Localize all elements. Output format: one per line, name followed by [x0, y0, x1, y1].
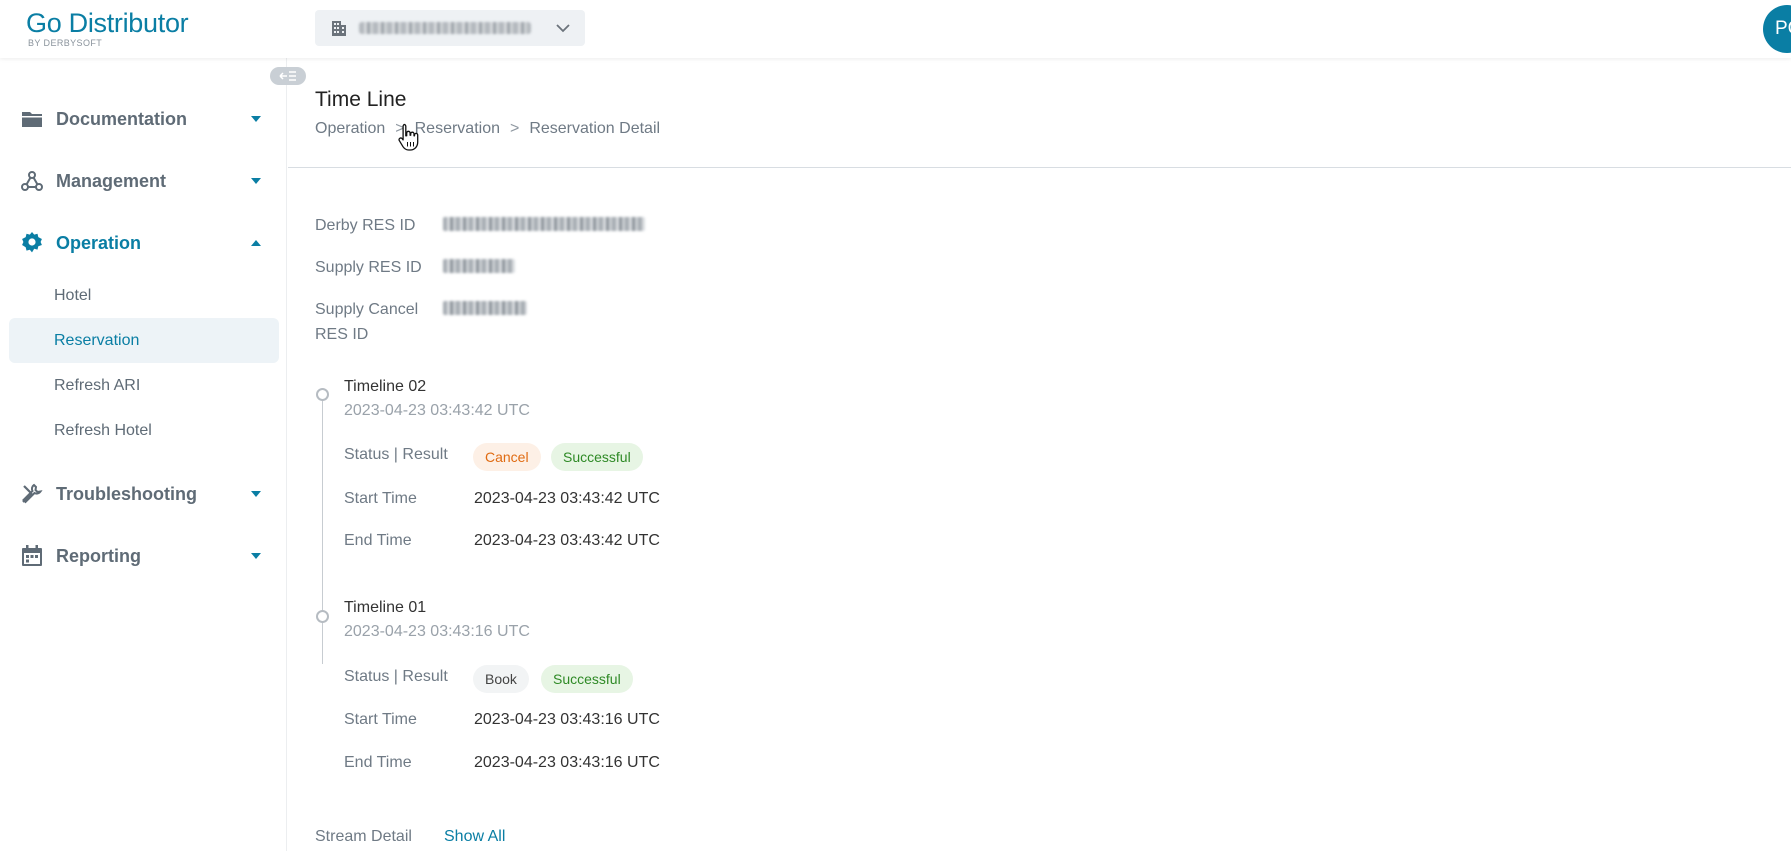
timeline-dot — [316, 388, 329, 401]
result-badge: Successful — [541, 665, 633, 693]
end-time-value: 2023-04-23 03:43:42 UTC — [474, 532, 660, 549]
sidebar-item-label: Operation — [56, 232, 142, 253]
supply-cancel-res-id-label: Supply Cancel RES ID — [315, 297, 435, 347]
caret-down-icon — [251, 178, 261, 184]
timeline-item: Timeline 01 2023-04-23 03:43:16 UTC Stat… — [344, 599, 944, 799]
caret-down-icon — [251, 491, 261, 497]
end-time-label: End Time — [344, 754, 412, 771]
wrench-icon — [22, 483, 43, 504]
timeline-title: Timeline 02 — [344, 378, 427, 395]
supply-res-id-value — [443, 259, 515, 273]
folder-icon — [22, 112, 42, 127]
page-header: Time Line Operation > Reservation > Rese… — [288, 58, 1791, 168]
sidebar-item-label: Documentation — [56, 108, 188, 129]
collapse-icon — [279, 71, 296, 81]
breadcrumb-reservation[interactable]: Reservation — [415, 120, 500, 138]
supply-cancel-res-id-value — [443, 301, 527, 315]
breadcrumb-reservation-detail: Reservation Detail — [529, 120, 661, 137]
sidebar-item-label: Reporting — [56, 545, 141, 566]
sidebar-item-refresh-ari[interactable]: Refresh ARI — [9, 363, 279, 408]
building-icon — [332, 21, 346, 36]
caret-down-icon — [251, 553, 261, 559]
hand-cursor-icon — [398, 123, 419, 151]
breadcrumb-separator: > — [509, 120, 520, 137]
sidebar-item-troubleshooting[interactable]: Troubleshooting — [0, 472, 287, 516]
logo-title: Go Distributor — [26, 8, 189, 38]
sidebar-item-refresh-hotel[interactable]: Refresh Hotel — [9, 408, 279, 453]
timeline-item: Timeline 02 2023-04-23 03:43:42 UTC Stat… — [344, 378, 944, 578]
hotel-selector-value — [359, 22, 531, 34]
calendar-icon — [22, 545, 42, 566]
sidebar-item-label: Management — [56, 170, 167, 191]
main-content: Time Line Operation > Reservation > Rese… — [288, 58, 1791, 851]
hotel-selector[interactable] — [315, 10, 585, 46]
timeline-connector — [322, 394, 323, 664]
status-badge: Book — [473, 665, 529, 693]
status-result-label: Status | Result — [344, 668, 448, 685]
chevron-down-icon — [556, 24, 570, 33]
derby-res-id-value — [443, 217, 645, 231]
breadcrumb: Operation > Reservation > Reservation De… — [315, 120, 660, 138]
sidebar-item-reporting[interactable]: Reporting — [0, 534, 287, 578]
breadcrumb-operation[interactable]: Operation — [315, 120, 385, 138]
result-badge: Successful — [551, 443, 643, 471]
app-logo[interactable]: Go Distributor BY DERBYSOFT — [26, 8, 189, 48]
start-time-value: 2023-04-23 03:43:16 UTC — [474, 711, 660, 728]
timeline-time: 2023-04-23 03:43:16 UTC — [344, 623, 530, 640]
sidebar-item-reservation[interactable]: Reservation — [9, 318, 279, 363]
status-result-label: Status | Result — [344, 446, 448, 463]
derby-res-id-label: Derby RES ID — [315, 217, 416, 234]
start-time-label: Start Time — [344, 490, 417, 507]
avatar[interactable]: PC — [1763, 5, 1791, 53]
end-time-label: End Time — [344, 532, 412, 549]
sidebar-item-hotel[interactable]: Hotel — [9, 273, 279, 318]
page-title: Time Line — [315, 88, 407, 111]
supply-cancel-label-line1: Supply Cancel — [315, 301, 419, 318]
sidebar-item-operation[interactable]: Operation — [0, 221, 287, 265]
end-time-value: 2023-04-23 03:43:16 UTC — [474, 754, 660, 771]
timeline-title: Timeline 01 — [344, 599, 427, 616]
start-time-value: 2023-04-23 03:43:42 UTC — [474, 490, 660, 507]
sidebar-item-documentation[interactable]: Documentation — [0, 97, 287, 141]
sidebar-item-management[interactable]: Management — [0, 159, 287, 203]
status-badge: Cancel — [473, 443, 541, 471]
sidebar: Documentation Management Operation Hotel… — [0, 58, 287, 851]
top-bar: Go Distributor BY DERBYSOFT PC — [0, 0, 1791, 58]
gear-icon — [22, 232, 42, 253]
sidebar-item-label: Troubleshooting — [56, 483, 197, 504]
network-icon — [21, 171, 43, 191]
timeline-time: 2023-04-23 03:43:42 UTC — [344, 402, 530, 419]
logo-subtitle: BY DERBYSOFT — [28, 38, 103, 48]
show-all-link[interactable]: Show All — [444, 828, 505, 846]
stream-detail-label: Stream Detail — [315, 828, 412, 845]
supply-cancel-label-line2: RES ID — [315, 326, 369, 343]
collapse-sidebar-button[interactable] — [270, 67, 306, 85]
caret-down-icon — [251, 116, 261, 122]
timeline-dot — [316, 610, 329, 623]
supply-res-id-label: Supply RES ID — [315, 259, 422, 276]
start-time-label: Start Time — [344, 711, 417, 728]
caret-up-icon — [251, 240, 261, 246]
